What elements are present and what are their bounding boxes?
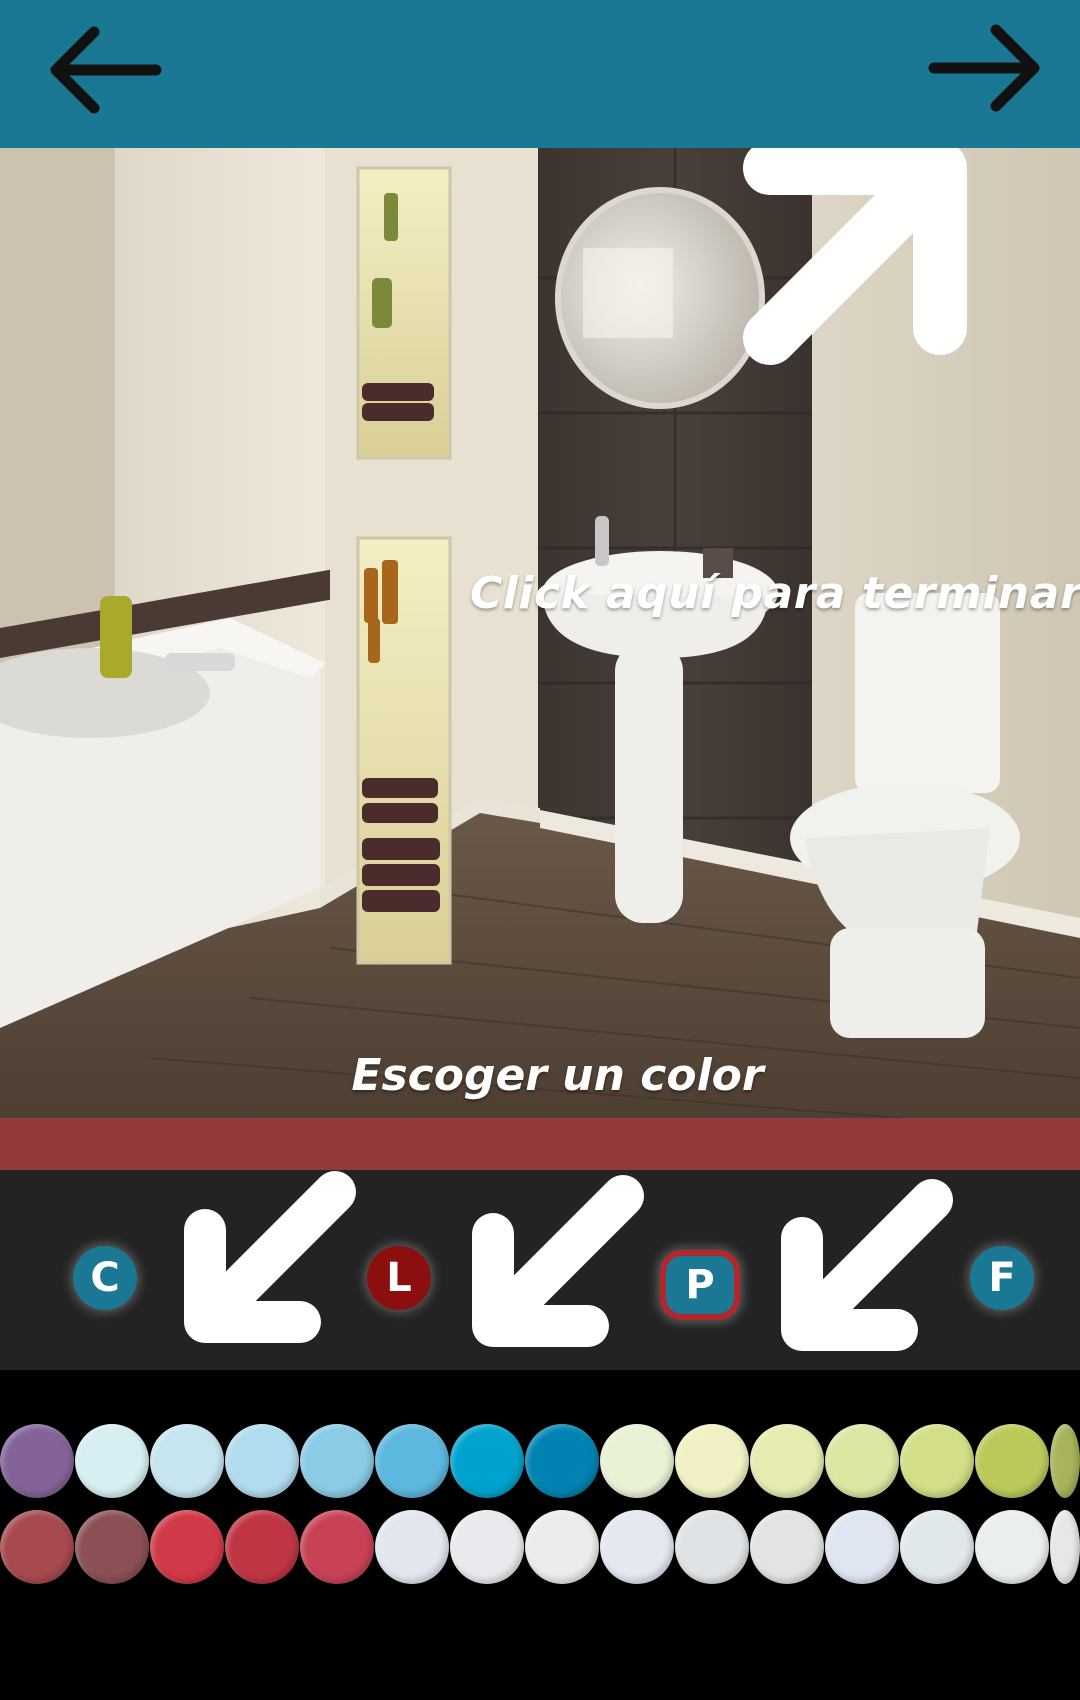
color-swatch[interactable]: [225, 1510, 299, 1584]
down-left-arrow-icon: [781, 1179, 953, 1351]
color-swatch[interactable]: [1050, 1424, 1080, 1498]
color-swatch[interactable]: [750, 1424, 824, 1498]
color-swatch[interactable]: [600, 1424, 674, 1498]
bathroom-illustration: [0, 148, 1080, 1118]
down-left-arrow-icon: [184, 1171, 356, 1343]
tool-letter: C: [90, 1255, 120, 1301]
color-swatch[interactable]: [300, 1424, 374, 1498]
tool-button-p[interactable]: P: [660, 1250, 740, 1320]
tool-button-f[interactable]: F: [970, 1246, 1034, 1310]
color-swatch[interactable]: [975, 1510, 1049, 1584]
pick-color-text: Escoger un color: [351, 1050, 764, 1101]
tool-selector-bar: C L P F: [0, 1170, 1080, 1370]
tool-button-l[interactable]: L: [367, 1246, 431, 1310]
top-nav-bar: [0, 0, 1080, 148]
palette-row-1: [0, 1424, 1080, 1500]
color-swatch[interactable]: [1050, 1510, 1080, 1584]
color-swatch[interactable]: [675, 1424, 749, 1498]
arrow-left-icon[interactable]: [36, 20, 166, 120]
color-swatch[interactable]: [150, 1424, 224, 1498]
color-swatch[interactable]: [300, 1510, 374, 1584]
accent-bar: [0, 1118, 1080, 1170]
color-swatch[interactable]: [0, 1424, 74, 1498]
color-swatch[interactable]: [750, 1510, 824, 1584]
palette-row-2: [0, 1510, 1080, 1586]
color-swatch[interactable]: [525, 1510, 599, 1584]
color-swatch[interactable]: [450, 1510, 524, 1584]
color-swatch[interactable]: [975, 1424, 1049, 1498]
color-swatch[interactable]: [375, 1510, 449, 1584]
color-swatch[interactable]: [375, 1424, 449, 1498]
color-swatch[interactable]: [675, 1510, 749, 1584]
color-swatch[interactable]: [525, 1424, 599, 1498]
tool-letter: F: [988, 1255, 1016, 1301]
color-swatch[interactable]: [0, 1510, 74, 1584]
finish-hint-text[interactable]: Click aquí para terminar: [470, 568, 1080, 619]
color-swatch[interactable]: [900, 1424, 974, 1498]
color-swatch[interactable]: [825, 1424, 899, 1498]
color-swatch[interactable]: [600, 1510, 674, 1584]
color-swatch[interactable]: [75, 1424, 149, 1498]
arrow-right-icon[interactable]: [924, 20, 1054, 120]
bathroom-scene[interactable]: Click aquí para terminar: [0, 148, 1080, 1118]
tool-button-c[interactable]: C: [73, 1246, 137, 1310]
down-left-arrow-icon: [472, 1175, 644, 1347]
color-swatch[interactable]: [450, 1424, 524, 1498]
color-swatch[interactable]: [225, 1424, 299, 1498]
color-swatch[interactable]: [900, 1510, 974, 1584]
color-swatch[interactable]: [825, 1510, 899, 1584]
tool-letter: P: [685, 1262, 715, 1308]
tool-letter: L: [386, 1255, 412, 1301]
color-swatch[interactable]: [75, 1510, 149, 1584]
color-swatch[interactable]: [150, 1510, 224, 1584]
